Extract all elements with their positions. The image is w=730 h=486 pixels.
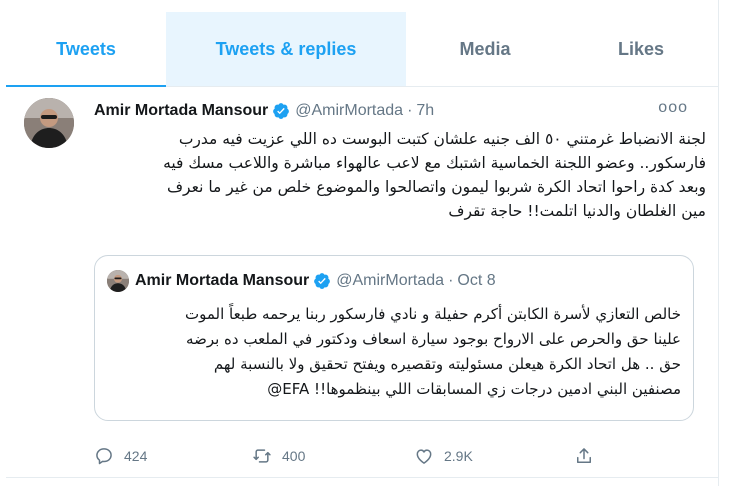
like-count: 2.9K — [444, 448, 473, 464]
retweet-button[interactable]: 400 — [252, 444, 305, 468]
more-icon[interactable]: ooo — [658, 99, 688, 117]
timeline-column: Tweets Tweets & replies Media Likes Amir… — [0, 0, 719, 486]
tweet-text: لجنة الانضباط غرمتني ٥٠ الف جنيه علشان ك… — [163, 130, 706, 220]
reply-icon — [96, 448, 112, 465]
quoted-date[interactable]: Oct 8 — [457, 272, 495, 290]
quoted-tweet[interactable]: Amir Mortada Mansour @AmirMortada · Oct … — [94, 255, 694, 421]
quoted-text: خالص التعازي لأسرة الكابتن أكرم حفيلة و … — [184, 305, 681, 398]
tweet[interactable]: Amir Mortada Mansour @AmirMortada · 7h o… — [6, 87, 718, 486]
quoted-header: Amir Mortada Mansour @AmirMortada · Oct … — [135, 269, 496, 293]
profile-tabs: Tweets Tweets & replies Media Likes — [6, 12, 718, 87]
share-button[interactable] — [574, 444, 604, 468]
retweet-count: 400 — [282, 448, 306, 464]
like-button[interactable]: 2.9K — [414, 444, 473, 468]
tab-tweets-and-replies[interactable]: Tweets & replies — [166, 12, 406, 86]
avatar-photo — [24, 98, 74, 148]
author-handle[interactable]: @AmirMortada — [295, 102, 403, 120]
divider — [6, 477, 718, 478]
reply-count: 424 — [124, 448, 148, 464]
avatar[interactable] — [24, 98, 74, 148]
verified-badge-icon — [273, 103, 290, 119]
verified-badge-icon — [314, 273, 331, 289]
tab-media[interactable]: Media — [406, 12, 564, 86]
quoted-handle[interactable]: @AmirMortada — [336, 272, 444, 290]
separator-dot: · — [448, 272, 454, 289]
share-icon — [577, 448, 591, 463]
like-icon — [416, 449, 432, 464]
tweet-time[interactable]: 7h — [416, 102, 434, 120]
author-name[interactable]: Amir Mortada Mansour — [94, 102, 268, 120]
quoted-avatar[interactable] — [107, 270, 129, 292]
tab-tweets[interactable]: Tweets — [6, 12, 166, 87]
quoted-author-name[interactable]: Amir Mortada Mansour — [135, 272, 309, 290]
separator-dot: · — [407, 102, 413, 119]
reply-button[interactable]: 424 — [94, 444, 147, 468]
retweet-icon — [253, 449, 271, 463]
tweet-actions: 424 400 2.9K — [94, 444, 694, 468]
tab-likes[interactable]: Likes — [564, 12, 718, 86]
quoted-avatar-photo — [107, 270, 129, 292]
tweet-header: Amir Mortada Mansour @AmirMortada · 7h o… — [94, 99, 698, 123]
